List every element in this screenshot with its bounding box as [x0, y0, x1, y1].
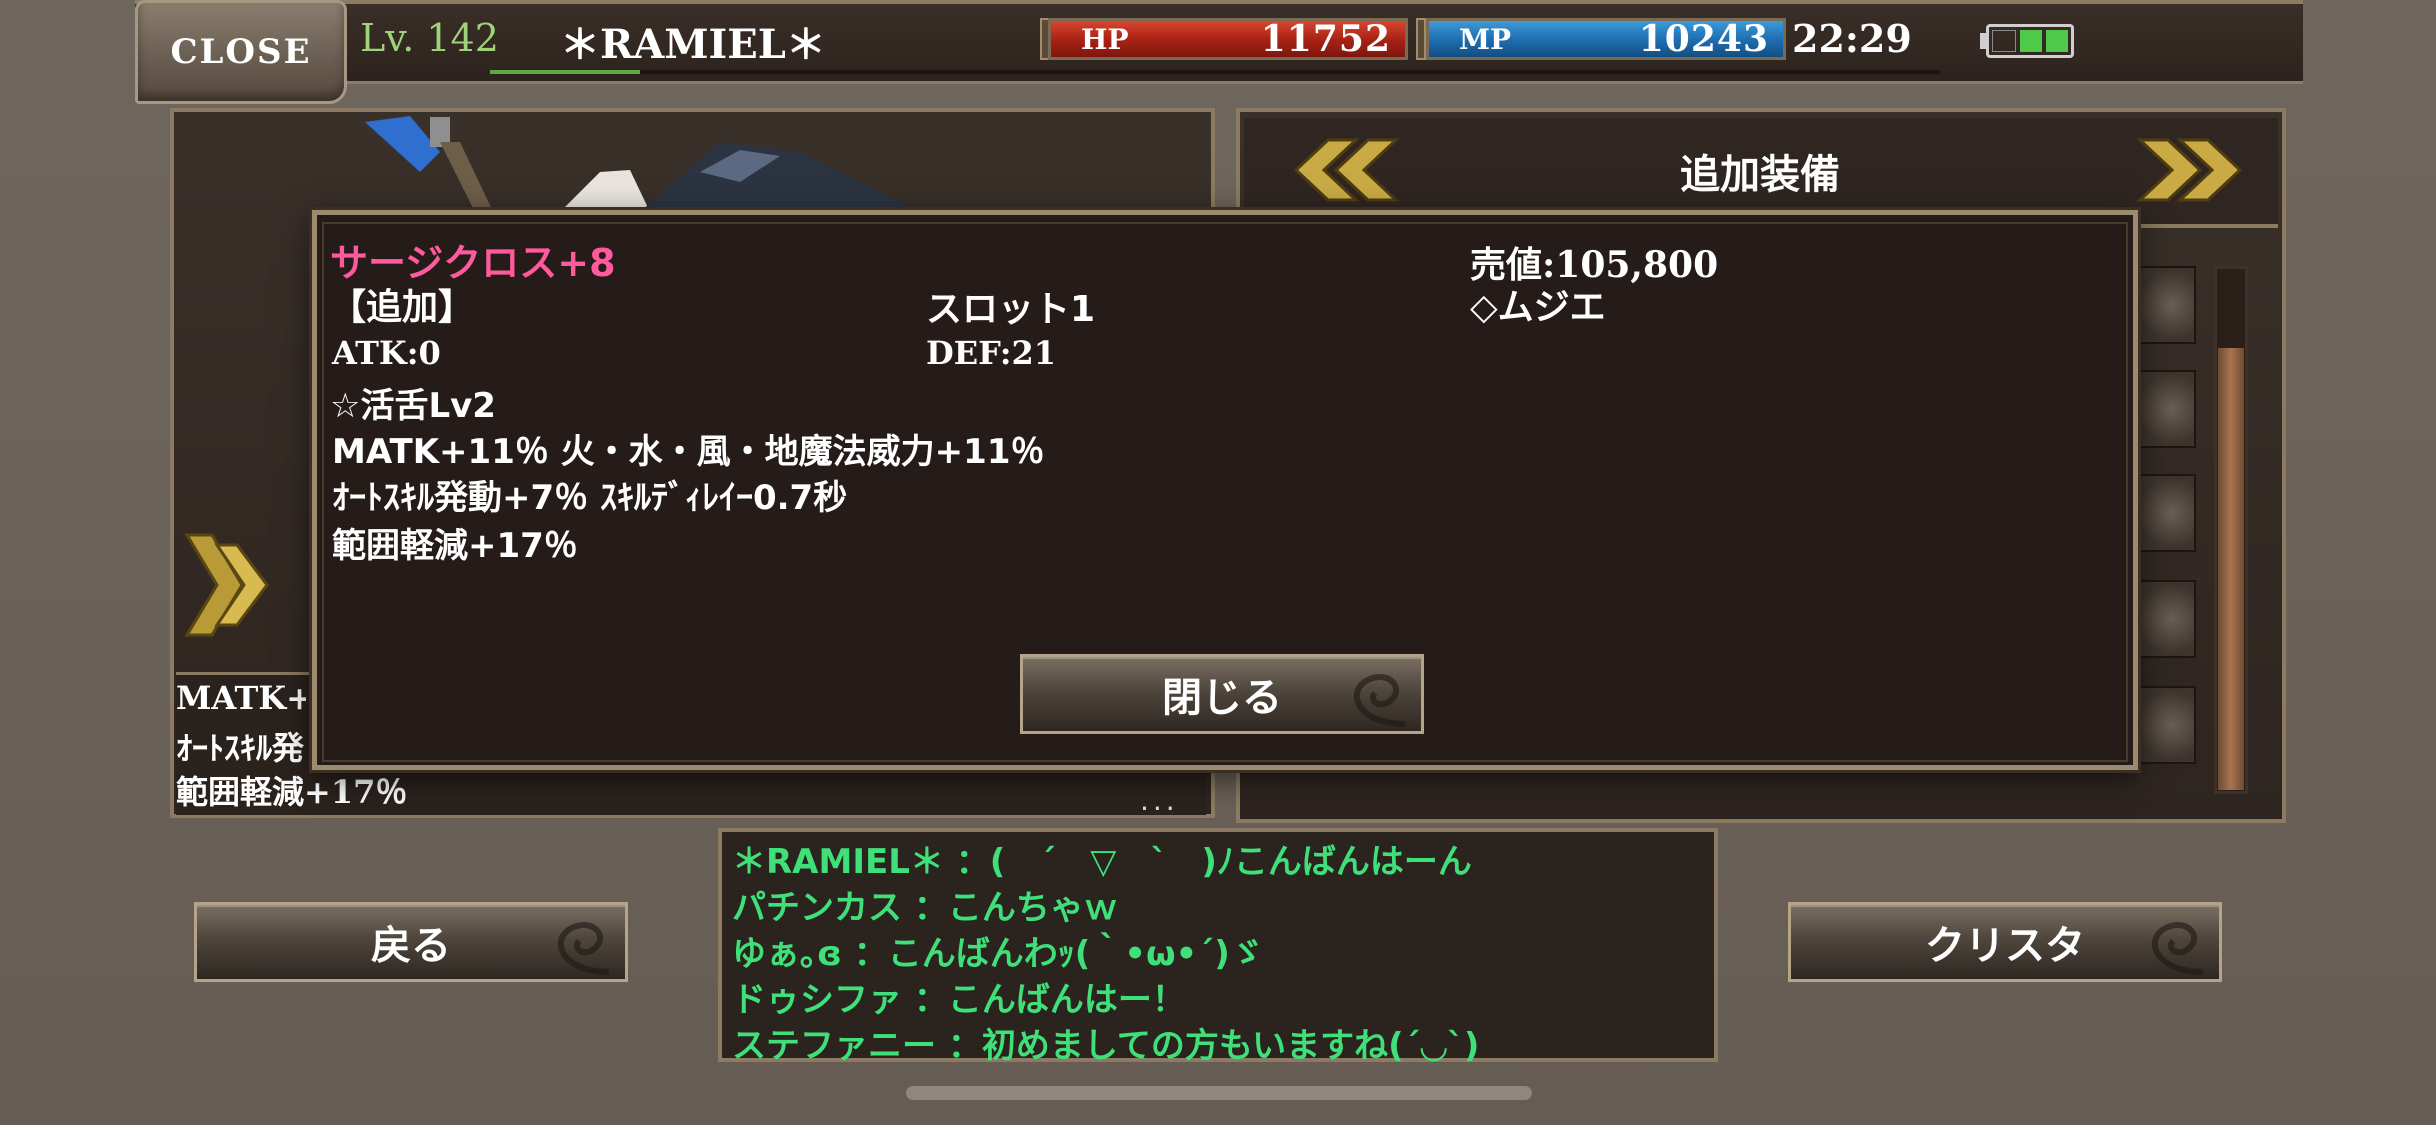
player-name: ＊RAMIEL＊ [560, 21, 826, 68]
dialog-close-button[interactable]: 閉じる [1020, 654, 1424, 734]
swirl-ornament-icon [1353, 674, 1406, 727]
chevron-left-panel-icon[interactable] [182, 530, 272, 640]
battery-cell [2020, 30, 2042, 52]
swirl-ornament-icon [2151, 922, 2204, 975]
double-chevron-right-icon[interactable] [2118, 132, 2248, 208]
equipment-slot-icon[interactable] [2136, 474, 2196, 552]
mp-bar-cap [1416, 18, 1426, 60]
atk-stat: ATK:0 [332, 334, 441, 372]
item-category: 【追加】 [330, 287, 475, 328]
home-indicator[interactable] [906, 1086, 1532, 1100]
hp-value: 11752 [1260, 18, 1391, 60]
chat-message: ＊RAMIEL＊ ：( ´ ▽ ` )ﾉこんばんはーん [732, 842, 1472, 882]
button-label: クリスタ [1925, 923, 2085, 969]
battery-cell [1992, 30, 2016, 52]
battery-cell [2046, 30, 2068, 52]
equipment-slot-icon[interactable] [2136, 580, 2196, 658]
divider [640, 70, 1940, 74]
equipment-slot-icon[interactable] [2136, 370, 2196, 448]
battery-icon [1986, 24, 2074, 58]
stat-line: ｵｰﾄｽｷﾙ発動+7％ ｽｷﾙﾃﾞｨﾚｲｰ0.7秒 [332, 478, 848, 518]
button-label: 閉じる [1162, 675, 1282, 721]
slot-count: スロット1 [926, 289, 1096, 330]
back-button[interactable]: 戻る [194, 902, 628, 982]
crysta-button[interactable]: クリスタ [1788, 902, 2222, 982]
button-label: 戻る [371, 923, 451, 969]
hp-bar: HP 11752 [1048, 18, 1408, 60]
weapon-image [180, 112, 1080, 222]
stat-line: ｵｰﾄｽｷﾙ発 [176, 729, 305, 767]
weapon-illustration [365, 116, 940, 222]
def-stat: DEF:21 [926, 334, 1057, 372]
scrollbar-thumb[interactable] [2218, 348, 2244, 790]
hp-label: HP [1081, 22, 1129, 56]
stat-line: MATK+1 [176, 679, 306, 717]
crystal-slot: ◇ムジエ [1470, 287, 1606, 328]
chat-message: ドゥシファ ：こんばんはー！ [732, 980, 1186, 1020]
chat-message: パチンカス ：こんちゃｗ [732, 888, 1118, 928]
double-chevron-left-icon[interactable] [1288, 132, 1418, 208]
swirl-ornament-icon [557, 922, 610, 975]
chat-message: ゆぁ｡ɞ ：こんばんわｯ(｀•ω•´)ゞ [732, 934, 1264, 974]
equipment-slot-icon[interactable] [2136, 266, 2196, 344]
player-level: Lv. 142 [360, 16, 499, 60]
clock: 22:29 [1792, 16, 1912, 61]
stat-line: 範囲軽減+17％ [332, 526, 578, 566]
mp-label: MP [1459, 22, 1512, 56]
equipment-slot-icon[interactable] [2136, 686, 2196, 764]
close-button[interactable]: CLOSE [135, 0, 347, 104]
mp-bar: MP 10243 [1426, 18, 1786, 60]
game-screen: CLOSE Lv. 142 ＊RAMIEL＊ HP 11752 MP 10243… [0, 0, 2436, 1125]
item-skill: ☆活舌Lv2 [330, 386, 496, 426]
exp-bar [490, 70, 640, 74]
stat-line: MATK+11％ 火・水・風・地魔法威力+11％ [332, 432, 1045, 472]
more-indicator[interactable]: ... [1140, 784, 1179, 817]
stat-line: 範囲軽減+17％ [176, 773, 408, 811]
chat-message: ステファニー ：初めましての方もいますね(´◡`) [732, 1026, 1480, 1066]
mp-value: 10243 [1638, 18, 1769, 60]
panel-title: 追加装備 [1680, 152, 1840, 198]
